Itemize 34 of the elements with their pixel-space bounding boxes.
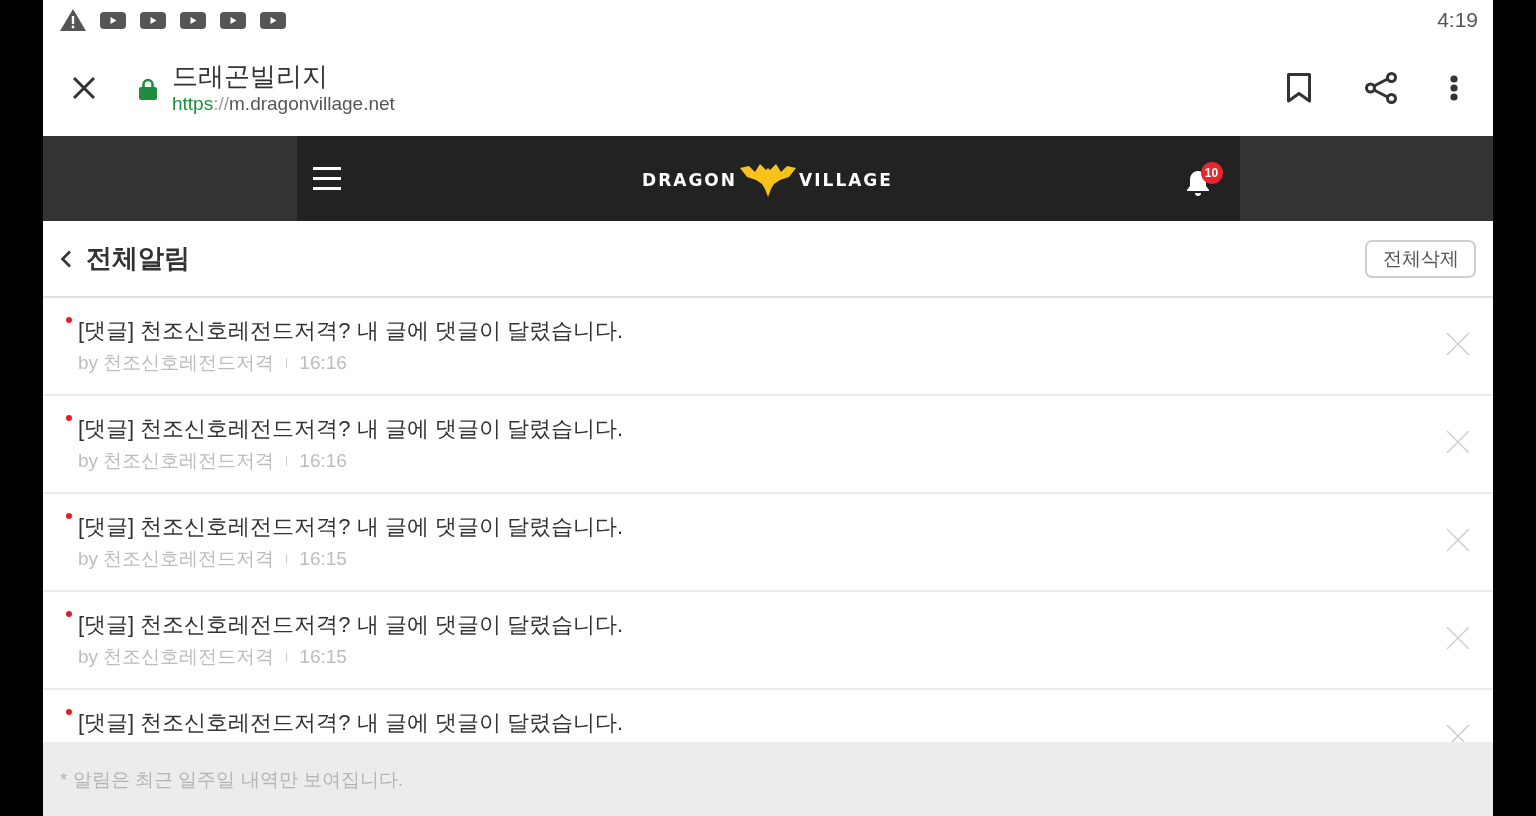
- url-text[interactable]: https://m.dragonvillage.net: [172, 92, 395, 116]
- notification-badge: 10: [1200, 161, 1223, 184]
- author-text: by 천조신호레전드저격: [78, 645, 275, 669]
- play-icon: [260, 11, 286, 29]
- back-icon[interactable]: [60, 249, 72, 268]
- author-text: by 천조신호레전드저격: [78, 547, 275, 571]
- logo-text[interactable]: DRAGON: [642, 170, 738, 190]
- notification-title[interactable]: [댓글] 천조신호레전드저격? 내 글에 댓글이 달렸습니다.: [78, 708, 624, 738]
- time-text: 16:16: [299, 450, 347, 472]
- logo-text[interactable]: VILLAGE: [799, 170, 893, 190]
- author-text: by 천조신호레전드저격: [78, 449, 275, 473]
- notification-title[interactable]: [댓글] 천조신호레전드저격? 내 글에 댓글이 달렸습니다.: [78, 316, 624, 346]
- page-heading: 전체알림: [86, 242, 190, 275]
- close-icon[interactable]: [72, 76, 96, 100]
- time-text: 16:16: [299, 352, 347, 374]
- delete-all-button[interactable]: 전체삭제: [1365, 239, 1476, 278]
- lock-icon: [139, 78, 157, 100]
- status-time: 4:19: [1437, 8, 1478, 32]
- time-text: 16:15: [299, 646, 347, 668]
- play-icon: [220, 11, 246, 29]
- browser-page-title: 드래곤빌리지: [172, 60, 329, 92]
- share-icon[interactable]: [1365, 72, 1397, 104]
- play-icon: [100, 11, 126, 29]
- notification-title[interactable]: [댓글] 천조신호레전드저격? 내 글에 댓글이 달렸습니다.: [78, 610, 624, 640]
- warning-icon: [60, 9, 86, 31]
- time-text: 16:15: [299, 548, 347, 570]
- more-options-icon[interactable]: [1450, 75, 1458, 101]
- notification-title[interactable]: [댓글] 천조신호레전드저격? 내 글에 댓글이 달렸습니다.: [78, 512, 624, 542]
- notification-title[interactable]: [댓글] 천조신호레전드저격? 내 글에 댓글이 달렸습니다.: [78, 414, 624, 444]
- play-icon: [140, 11, 166, 29]
- author-text: by 천조신호레전드저격: [78, 351, 275, 375]
- bookmark-icon[interactable]: [1287, 73, 1311, 103]
- play-icon: [180, 11, 206, 29]
- menu-icon[interactable]: [312, 167, 341, 190]
